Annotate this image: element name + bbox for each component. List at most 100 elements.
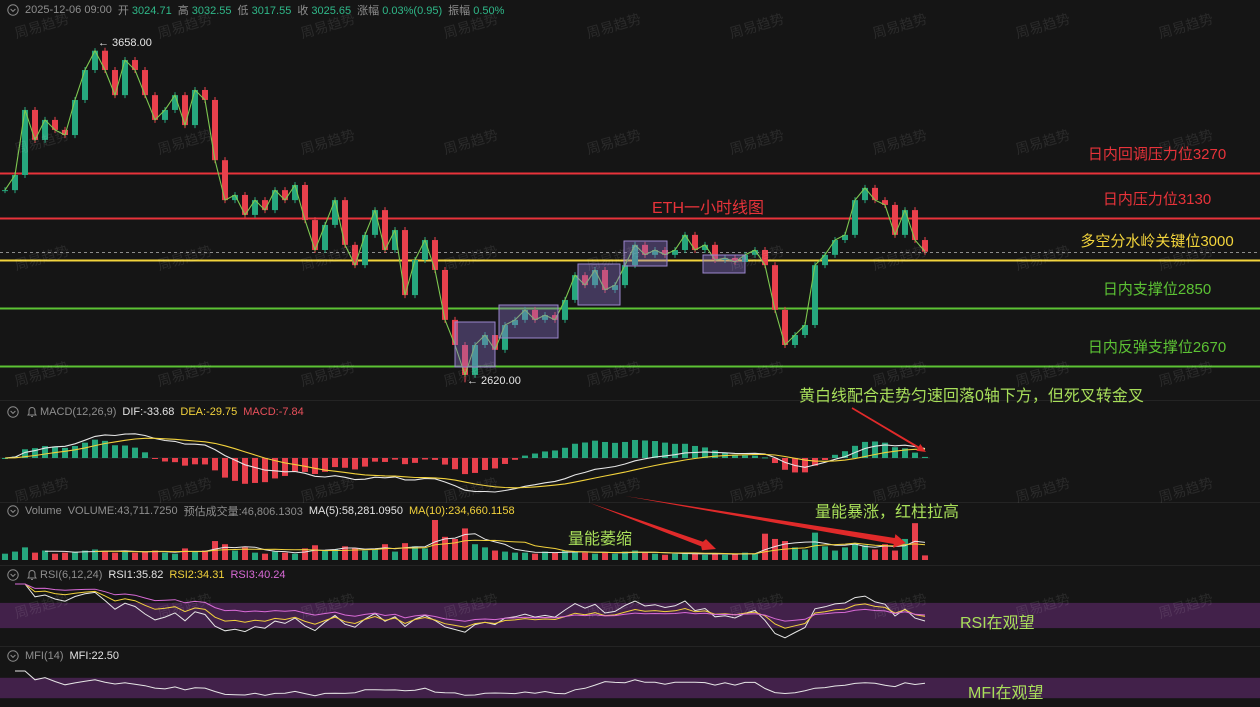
level-label: 日内支撑位2850 [1102,280,1212,298]
volume-bar [602,552,608,560]
collapse-chevron-icon[interactable] [6,569,19,582]
macd-histogram-bar [702,447,708,458]
candle [362,231,368,269]
macd-histogram-bar [682,443,688,458]
bell-icon[interactable] [25,406,38,419]
candle-body [22,109,28,175]
candle [72,96,78,139]
volume-bar [192,551,198,560]
collapse-chevron-icon[interactable] [6,650,19,663]
volume-bar [512,552,518,560]
candle-body [302,184,308,221]
collapse-chevron-icon[interactable] [6,505,19,518]
candle [342,197,348,248]
volume-bar [652,553,658,560]
consolidation-box [454,321,496,368]
macd-histogram-bar [202,458,208,465]
macd-histogram-bar [362,458,368,467]
macd-histogram-bar [432,458,438,460]
macd-histogram-bar [112,445,118,458]
volume-bar [712,553,718,560]
volume-value: VOLUME:43,711.7250 [67,505,178,517]
candle [312,217,318,254]
macd-legend: MACD(12,26,9) DIF:-33.68 DEA:-29.75 MACD… [6,404,304,420]
volume-bar [32,552,38,560]
volume-bar [672,553,678,560]
volume-bar [872,549,878,560]
macd-histogram-bar [72,446,78,458]
candle [772,262,778,313]
volume-bar [262,553,268,560]
volume-bar [792,547,798,560]
volume-bar [532,553,538,560]
volume-bar [662,554,668,560]
macd-histogram-bar [342,458,348,468]
candle [182,92,188,129]
macd-histogram-bar [212,458,218,471]
candle-body [382,210,388,251]
volume-bar [312,545,318,560]
macd-histogram-bar [402,458,408,465]
candle [432,237,438,273]
macd-histogram-bar [182,458,188,466]
volume-bar [592,553,598,560]
bell-icon[interactable] [25,569,38,582]
volume-bar [612,553,618,560]
macd-histogram-bar [312,458,318,475]
candle [412,257,418,299]
collapse-chevron-icon[interactable] [6,4,19,17]
candle-body [432,240,438,270]
volume-bar [702,554,708,560]
rsi2-value: RSI2:34.31 [169,569,225,581]
annotation-arrows [590,407,926,551]
macd-dea-value: DEA:-29.75 [180,406,238,418]
macd-annotation: 黄白线配合走势匀速回落0轴下方，但死叉转金叉 [799,388,1144,405]
candle [192,86,198,129]
volume-estimate: 预估成交量:46,806.1303 [183,506,303,518]
macd-histogram-bar [572,443,578,458]
mfi-value: MFI:22.50 [69,650,120,662]
high-price-marker: ← 3658.00 [98,37,152,50]
macd-histogram-bar [412,458,418,463]
volume-bar [442,536,448,560]
macd-histogram-bar [382,458,388,462]
volume-bar [732,553,738,560]
macd-histogram-bar [442,458,448,465]
ohlc-header: 2025-12-06 09:00 开 3024.71 高 3032.55 低 3… [6,2,504,18]
volume-bar [272,551,278,560]
macd-histogram-bar [532,453,538,458]
macd-histogram-bar [62,447,68,458]
candle-body [322,224,328,251]
volume-bar [582,552,588,560]
macd-histogram-bar [152,458,158,459]
macd-histogram-bar [602,441,608,458]
volume-bar [862,545,868,560]
macd-histogram-bar [192,458,198,465]
high-value: 3032.55 [191,5,232,17]
candle-body [112,70,118,96]
volume-bar [382,544,388,560]
volume-bar [422,548,428,560]
change-label: 涨幅 [357,5,380,17]
low-price-marker: ← 2620.00 [467,375,521,388]
mfi-legend: MFI(14) MFI:22.50 [6,648,119,664]
macd-histogram-bar [782,458,788,470]
macd-histogram-bar [612,442,618,458]
volume-bar [402,543,408,560]
candle [852,197,858,238]
macd-histogram-bar [172,458,178,463]
rsi-legend: RSI(6,12,24) RSI1:35.82 RSI2:34.31 RSI3:… [6,567,286,583]
consolidation-box [577,263,621,306]
candle-body [402,230,408,296]
macd-histogram-bar [542,451,548,458]
collapse-chevron-icon[interactable] [6,406,19,419]
macd-histogram-bar [652,441,658,458]
level-label: 日内回调压力位3270 [1087,145,1227,163]
macd-panel-plot [0,433,930,493]
candle-body [852,200,858,235]
level-label: 日内反弹支撑位2670 [1087,338,1227,356]
rsi3-value: RSI3:40.24 [230,569,286,581]
candle [142,67,148,99]
amplitude-value: 0.50% [473,5,505,17]
macd-hist-value: MACD:-7.84 [243,406,304,418]
